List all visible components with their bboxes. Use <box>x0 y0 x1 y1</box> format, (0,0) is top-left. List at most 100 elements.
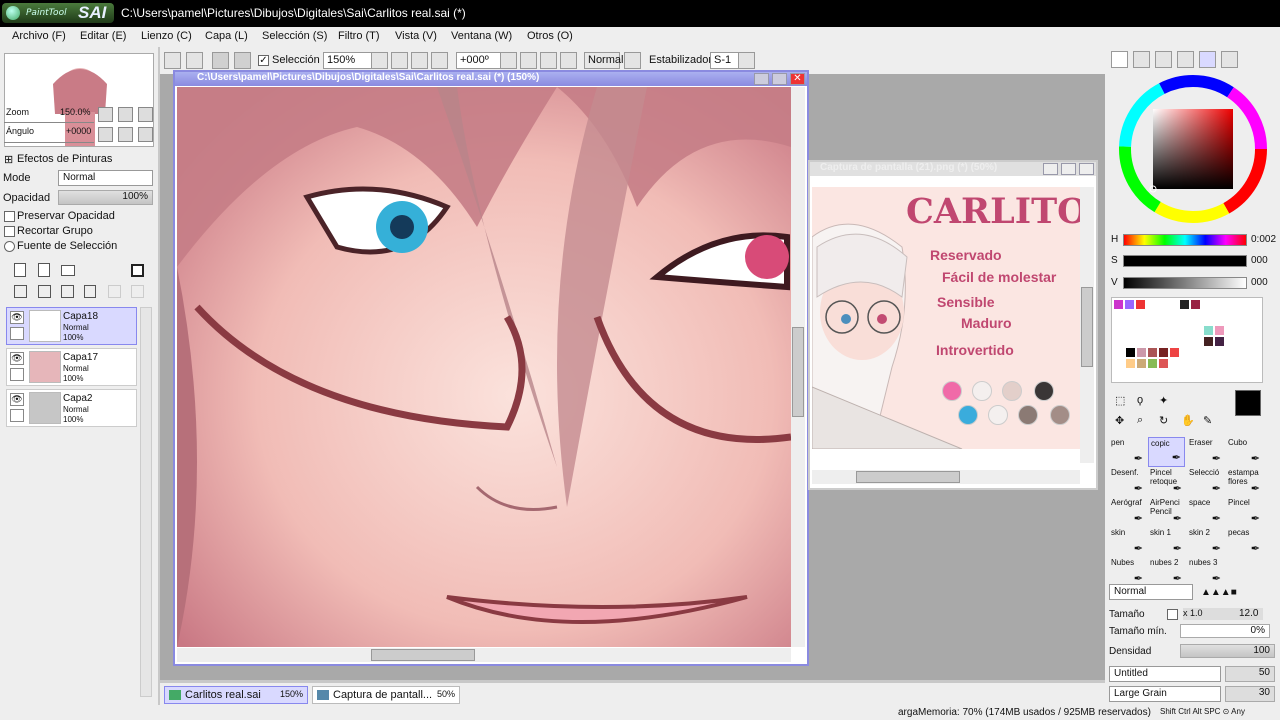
brush-tool[interactable]: space ✒ <box>1187 497 1224 527</box>
color-swatch[interactable] <box>1204 326 1213 335</box>
canvas-vscroll-thumb[interactable] <box>792 327 804 417</box>
ref-minimize-button[interactable] <box>1043 163 1058 175</box>
brush-shape-buttons[interactable]: ▲▲▲■ <box>1201 586 1271 598</box>
scratchpad-tab-icon[interactable] <box>1221 51 1238 68</box>
minimize-button[interactable] <box>754 73 769 85</box>
brush-tool[interactable]: pecas ✒ <box>1226 527 1263 557</box>
brush-tool[interactable]: pen ✒ <box>1109 437 1146 467</box>
mode-select[interactable]: Normal <box>58 170 153 186</box>
hue-slider[interactable] <box>1123 234 1247 246</box>
nav-zoom-reset-button[interactable] <box>138 107 153 122</box>
brush-tool[interactable]: nubes 3 ✒ <box>1187 557 1224 587</box>
color-swatch[interactable] <box>1136 300 1145 309</box>
menu-seleccion[interactable]: Selección (S) <box>262 30 327 42</box>
color-swatch[interactable] <box>1169 300 1178 309</box>
drawing-canvas[interactable] <box>177 87 791 647</box>
lasso-icon[interactable]: ϙ <box>1137 394 1143 406</box>
color-swatch[interactable] <box>1137 348 1146 357</box>
brush-tool[interactable]: skin 2 ✒ <box>1187 527 1224 557</box>
color-swatch[interactable] <box>1148 359 1157 368</box>
rotate-reset-button[interactable] <box>560 52 577 69</box>
zoom-slider[interactable] <box>4 109 94 123</box>
color-swatch[interactable] <box>1158 300 1167 309</box>
tab-carlitos[interactable]: Carlitos real.sai 150% <box>164 686 308 704</box>
ref-maximize-button[interactable] <box>1061 163 1076 175</box>
brush-tool[interactable]: Cubo ✒ <box>1226 437 1263 467</box>
stabilizer-dropdown-icon[interactable] <box>738 52 755 69</box>
move-icon[interactable]: ✥ <box>1115 414 1124 427</box>
menu-editar[interactable]: Editar (E) <box>80 30 126 42</box>
menu-otros[interactable]: Otros (O) <box>527 30 573 42</box>
transfer-down-icon[interactable] <box>14 285 27 298</box>
color-swatch[interactable] <box>1191 300 1200 309</box>
brush-tool[interactable]: nubes 2 ✒ <box>1148 557 1185 587</box>
new-layer-icon[interactable] <box>14 263 26 277</box>
color-swatch[interactable] <box>1137 359 1146 368</box>
color-swatch[interactable] <box>1147 300 1156 309</box>
ref-vscroll-thumb[interactable] <box>1081 287 1093 367</box>
brush-shape-icons[interactable]: ▲▲▲■ <box>1201 587 1237 598</box>
hsv-slider-tab-icon[interactable] <box>1155 51 1172 68</box>
rotate-icon[interactable]: ↻ <box>1159 414 1168 427</box>
visibility-eye-icon[interactable]: 👁 <box>10 352 24 365</box>
ref-hscrollbar[interactable] <box>812 470 1080 484</box>
close-button[interactable]: ✕ <box>790 73 805 85</box>
layer-row[interactable]: 👁 Capa17 Normal 100% <box>6 348 137 386</box>
ref-close-button[interactable] <box>1079 163 1094 175</box>
reference-image[interactable]: CARLITOS Reservado Fácil de molestar Sen… <box>812 187 1080 449</box>
size-value[interactable]: 12.0 <box>1239 608 1258 619</box>
opacity-slider[interactable]: 100% <box>58 190 153 205</box>
menu-capa[interactable]: Capa (L) <box>205 30 248 42</box>
color-swatch[interactable] <box>1159 348 1168 357</box>
canvas-hscroll-thumb[interactable] <box>371 649 475 661</box>
brush-tool[interactable]: Pincel ✒ <box>1226 497 1263 527</box>
flatten-icon[interactable] <box>61 285 74 298</box>
grain-strength[interactable]: 30 <box>1225 686 1275 702</box>
selection-source-radio[interactable] <box>4 241 15 252</box>
menu-lienzo[interactable]: Lienzo (C) <box>141 30 192 42</box>
sat-slider[interactable] <box>1123 255 1247 267</box>
zoom-out-button[interactable] <box>391 52 408 69</box>
brush-tool[interactable]: skin ✒ <box>1109 527 1146 557</box>
color-wheel-tab-icon[interactable] <box>1111 51 1128 68</box>
menu-vista[interactable]: Vista (V) <box>395 30 437 42</box>
canvas-hscrollbar[interactable] <box>177 648 791 662</box>
color-swatch[interactable] <box>1215 326 1224 335</box>
texture-select[interactable]: Untitled <box>1109 666 1221 682</box>
rotation-dropdown-icon[interactable] <box>500 52 517 69</box>
brush-tool[interactable]: copic ✒ <box>1148 437 1185 467</box>
size-lock-box[interactable] <box>1167 609 1178 620</box>
swatch-scrollbar[interactable] <box>1265 297 1277 383</box>
deselect-button[interactable] <box>212 52 229 69</box>
effects-header[interactable]: Efectos de Pinturas <box>17 153 112 165</box>
brush-tool[interactable]: Aerógraf ✒ <box>1109 497 1146 527</box>
canvas-vscrollbar[interactable] <box>791 87 805 647</box>
brush-mode-select[interactable]: Normal <box>1109 584 1193 600</box>
mixer-tab-icon[interactable] <box>1177 51 1194 68</box>
density-slider[interactable]: 100 <box>1180 644 1275 658</box>
layer-row[interactable]: 👁 Capa2 Normal 100% <box>6 389 137 427</box>
texture-strength[interactable]: 50 <box>1225 666 1275 682</box>
color-swatch[interactable] <box>1126 348 1135 357</box>
clip-group-checkbox[interactable] <box>4 226 15 237</box>
swatch-grid[interactable] <box>1111 297 1263 383</box>
color-swatch[interactable] <box>1126 359 1135 368</box>
brush-tool[interactable]: estampa flores ✒ <box>1226 467 1263 497</box>
magic-wand-icon[interactable]: ✦ <box>1159 394 1168 407</box>
brush-tool[interactable]: Pincel retoque ✒ <box>1148 467 1185 497</box>
layer-lock-box[interactable] <box>10 368 24 381</box>
merge-down-icon[interactable] <box>38 285 51 298</box>
invert-selection-button[interactable] <box>234 52 251 69</box>
grain-select[interactable]: Large Grain <box>1109 686 1221 702</box>
rotate-right-button[interactable] <box>540 52 557 69</box>
color-wheel[interactable] <box>1117 73 1269 225</box>
trash-icon[interactable] <box>84 285 96 298</box>
zoom-in-button[interactable] <box>411 52 428 69</box>
color-swatch[interactable] <box>1125 300 1134 309</box>
new-folder-icon[interactable] <box>61 265 75 276</box>
brush-tool[interactable]: AirPenci Pencil ✒ <box>1148 497 1185 527</box>
layer-mask-icon[interactable] <box>131 264 144 277</box>
rotate-left-button[interactable] <box>520 52 537 69</box>
rgb-slider-tab-icon[interactable] <box>1133 51 1150 68</box>
brush-tool[interactable]: skin 1 ✒ <box>1148 527 1185 557</box>
